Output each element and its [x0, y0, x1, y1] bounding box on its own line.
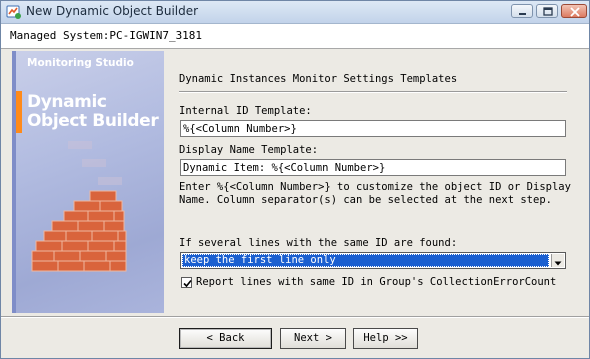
dialog-window: New Dynamic Object Builder Managed Syste… [0, 0, 590, 359]
dropdown-button[interactable] [551, 254, 564, 267]
window-title: New Dynamic Object Builder [26, 4, 199, 18]
restore-button[interactable] [536, 4, 558, 18]
display-name-label: Display Name Template: [179, 144, 319, 156]
panel-heading: Dynamic Instances Monitor Settings Templ… [179, 73, 458, 85]
checkmark-icon [183, 279, 192, 288]
report-duplicates-checkbox[interactable] [181, 277, 192, 288]
display-name-input[interactable] [180, 159, 566, 176]
minimize-button[interactable] [511, 4, 533, 18]
duplicate-id-label: If several lines with the same ID are fo… [179, 237, 458, 249]
header-strip: Managed System:PC-IGWIN7_3181 [1, 24, 589, 49]
help-text: Enter %{<Column Number>} to customize th… [179, 181, 571, 206]
restore-icon [543, 7, 553, 16]
minimize-icon [519, 13, 526, 15]
help-button[interactable]: Help >> [353, 328, 418, 349]
back-button[interactable]: < Back [179, 328, 272, 349]
report-duplicates-label: Report lines with same ID in Group's Col… [196, 276, 557, 288]
internal-id-label: Internal ID Template: [179, 105, 312, 117]
footer-divider [1, 316, 589, 318]
panel-divider [179, 91, 567, 93]
chevron-down-icon [554, 261, 562, 266]
duplicate-handling-select[interactable]: keep the first line only [180, 252, 566, 269]
close-button[interactable] [561, 4, 587, 18]
title-bar[interactable]: New Dynamic Object Builder [1, 1, 589, 24]
wizard-banner: Monitoring Studio Dynamic Object Builder [12, 51, 164, 313]
next-button[interactable]: Next > [280, 328, 346, 349]
brick-wall-illustration [31, 141, 127, 272]
managed-system-label: Managed System:PC-IGWIN7_3181 [10, 29, 203, 42]
internal-id-input[interactable] [180, 120, 566, 137]
app-icon [6, 4, 22, 20]
close-icon [570, 7, 580, 17]
duplicate-handling-value: keep the first line only [182, 254, 549, 267]
